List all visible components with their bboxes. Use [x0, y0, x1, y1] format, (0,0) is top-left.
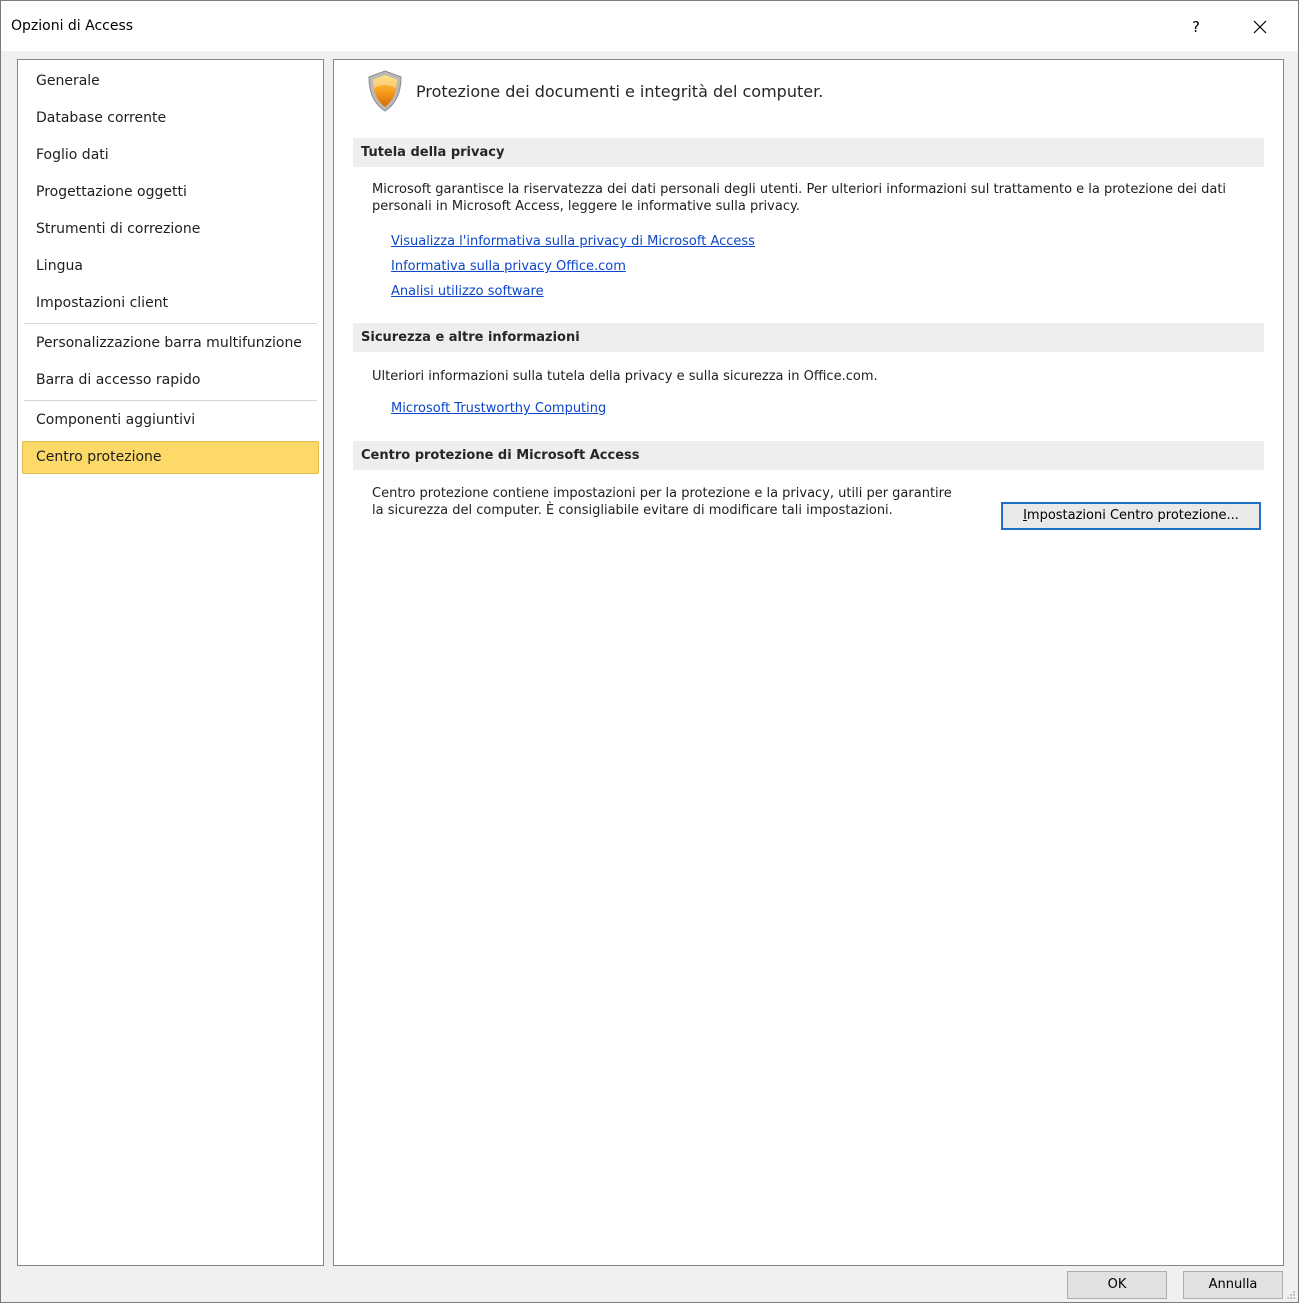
sidebar: Generale Database corrente Foglio dati P… — [17, 59, 324, 1266]
sidebar-divider — [24, 323, 317, 324]
centro-protezione-description: Centro protezione contiene impostazioni … — [372, 486, 952, 518]
sidebar-item-generale[interactable]: Generale — [22, 65, 319, 98]
link-privacy-access[interactable]: Visualizza l'informativa sulla privacy d… — [391, 234, 755, 249]
sidebar-item-centro-protezione[interactable]: Centro protezione — [22, 441, 319, 474]
sidebar-item-foglio-dati[interactable]: Foglio dati — [22, 139, 319, 172]
sidebar-item-impostazioni-client[interactable]: Impostazioni client — [22, 287, 319, 320]
sidebar-item-personalizzazione-barra[interactable]: Personalizzazione barra multifunzione — [22, 327, 319, 360]
section-header-privacy: Tutela della privacy — [353, 138, 1264, 167]
cancel-button[interactable]: Annulla — [1183, 1271, 1283, 1299]
sidebar-item-componenti-aggiuntivi[interactable]: Componenti aggiuntivi — [22, 404, 319, 437]
title-bar: Opzioni di Access ? — [1, 1, 1298, 51]
privacy-description: Microsoft garantisce la riservatezza dei… — [372, 182, 1227, 214]
close-button[interactable] — [1237, 9, 1283, 45]
close-icon — [1253, 20, 1267, 34]
sidebar-item-progettazione-oggetti[interactable]: Progettazione oggetti — [22, 176, 319, 209]
section-header-centro-protezione: Centro protezione di Microsoft Access — [353, 441, 1264, 470]
window-title: Opzioni di Access — [11, 18, 134, 34]
sidebar-item-database-corrente[interactable]: Database corrente — [22, 102, 319, 135]
link-trustworthy-computing[interactable]: Microsoft Trustworthy Computing — [391, 401, 606, 416]
page-heading: Protezione dei documenti e integrità del… — [416, 82, 824, 101]
sidebar-item-lingua[interactable]: Lingua — [22, 250, 319, 283]
link-privacy-office[interactable]: Informativa sulla privacy Office.com — [391, 259, 626, 274]
sidebar-item-strumenti-correzione[interactable]: Strumenti di correzione — [22, 213, 319, 246]
help-button[interactable]: ? — [1173, 9, 1219, 45]
sicurezza-description: Ulteriori informazioni sulla tutela dell… — [372, 369, 878, 384]
ok-button[interactable]: OK — [1067, 1271, 1167, 1299]
button-label: mpostazioni Centro protezione... — [1026, 508, 1239, 523]
section-header-sicurezza: Sicurezza e altre informazioni — [353, 323, 1264, 352]
trust-center-settings-button[interactable]: Impostazioni Centro protezione... — [1001, 502, 1261, 530]
sidebar-item-barra-accesso-rapido[interactable]: Barra di accesso rapido — [22, 364, 319, 397]
sidebar-divider — [24, 400, 317, 401]
resize-grip-icon[interactable] — [1286, 1290, 1296, 1300]
options-dialog: Opzioni di Access ? Generale Database co… — [0, 0, 1299, 1303]
link-analisi-utilizzo[interactable]: Analisi utilizzo software — [391, 284, 544, 299]
main-panel: Protezione dei documenti e integrità del… — [333, 59, 1284, 1266]
shield-icon — [368, 70, 402, 112]
